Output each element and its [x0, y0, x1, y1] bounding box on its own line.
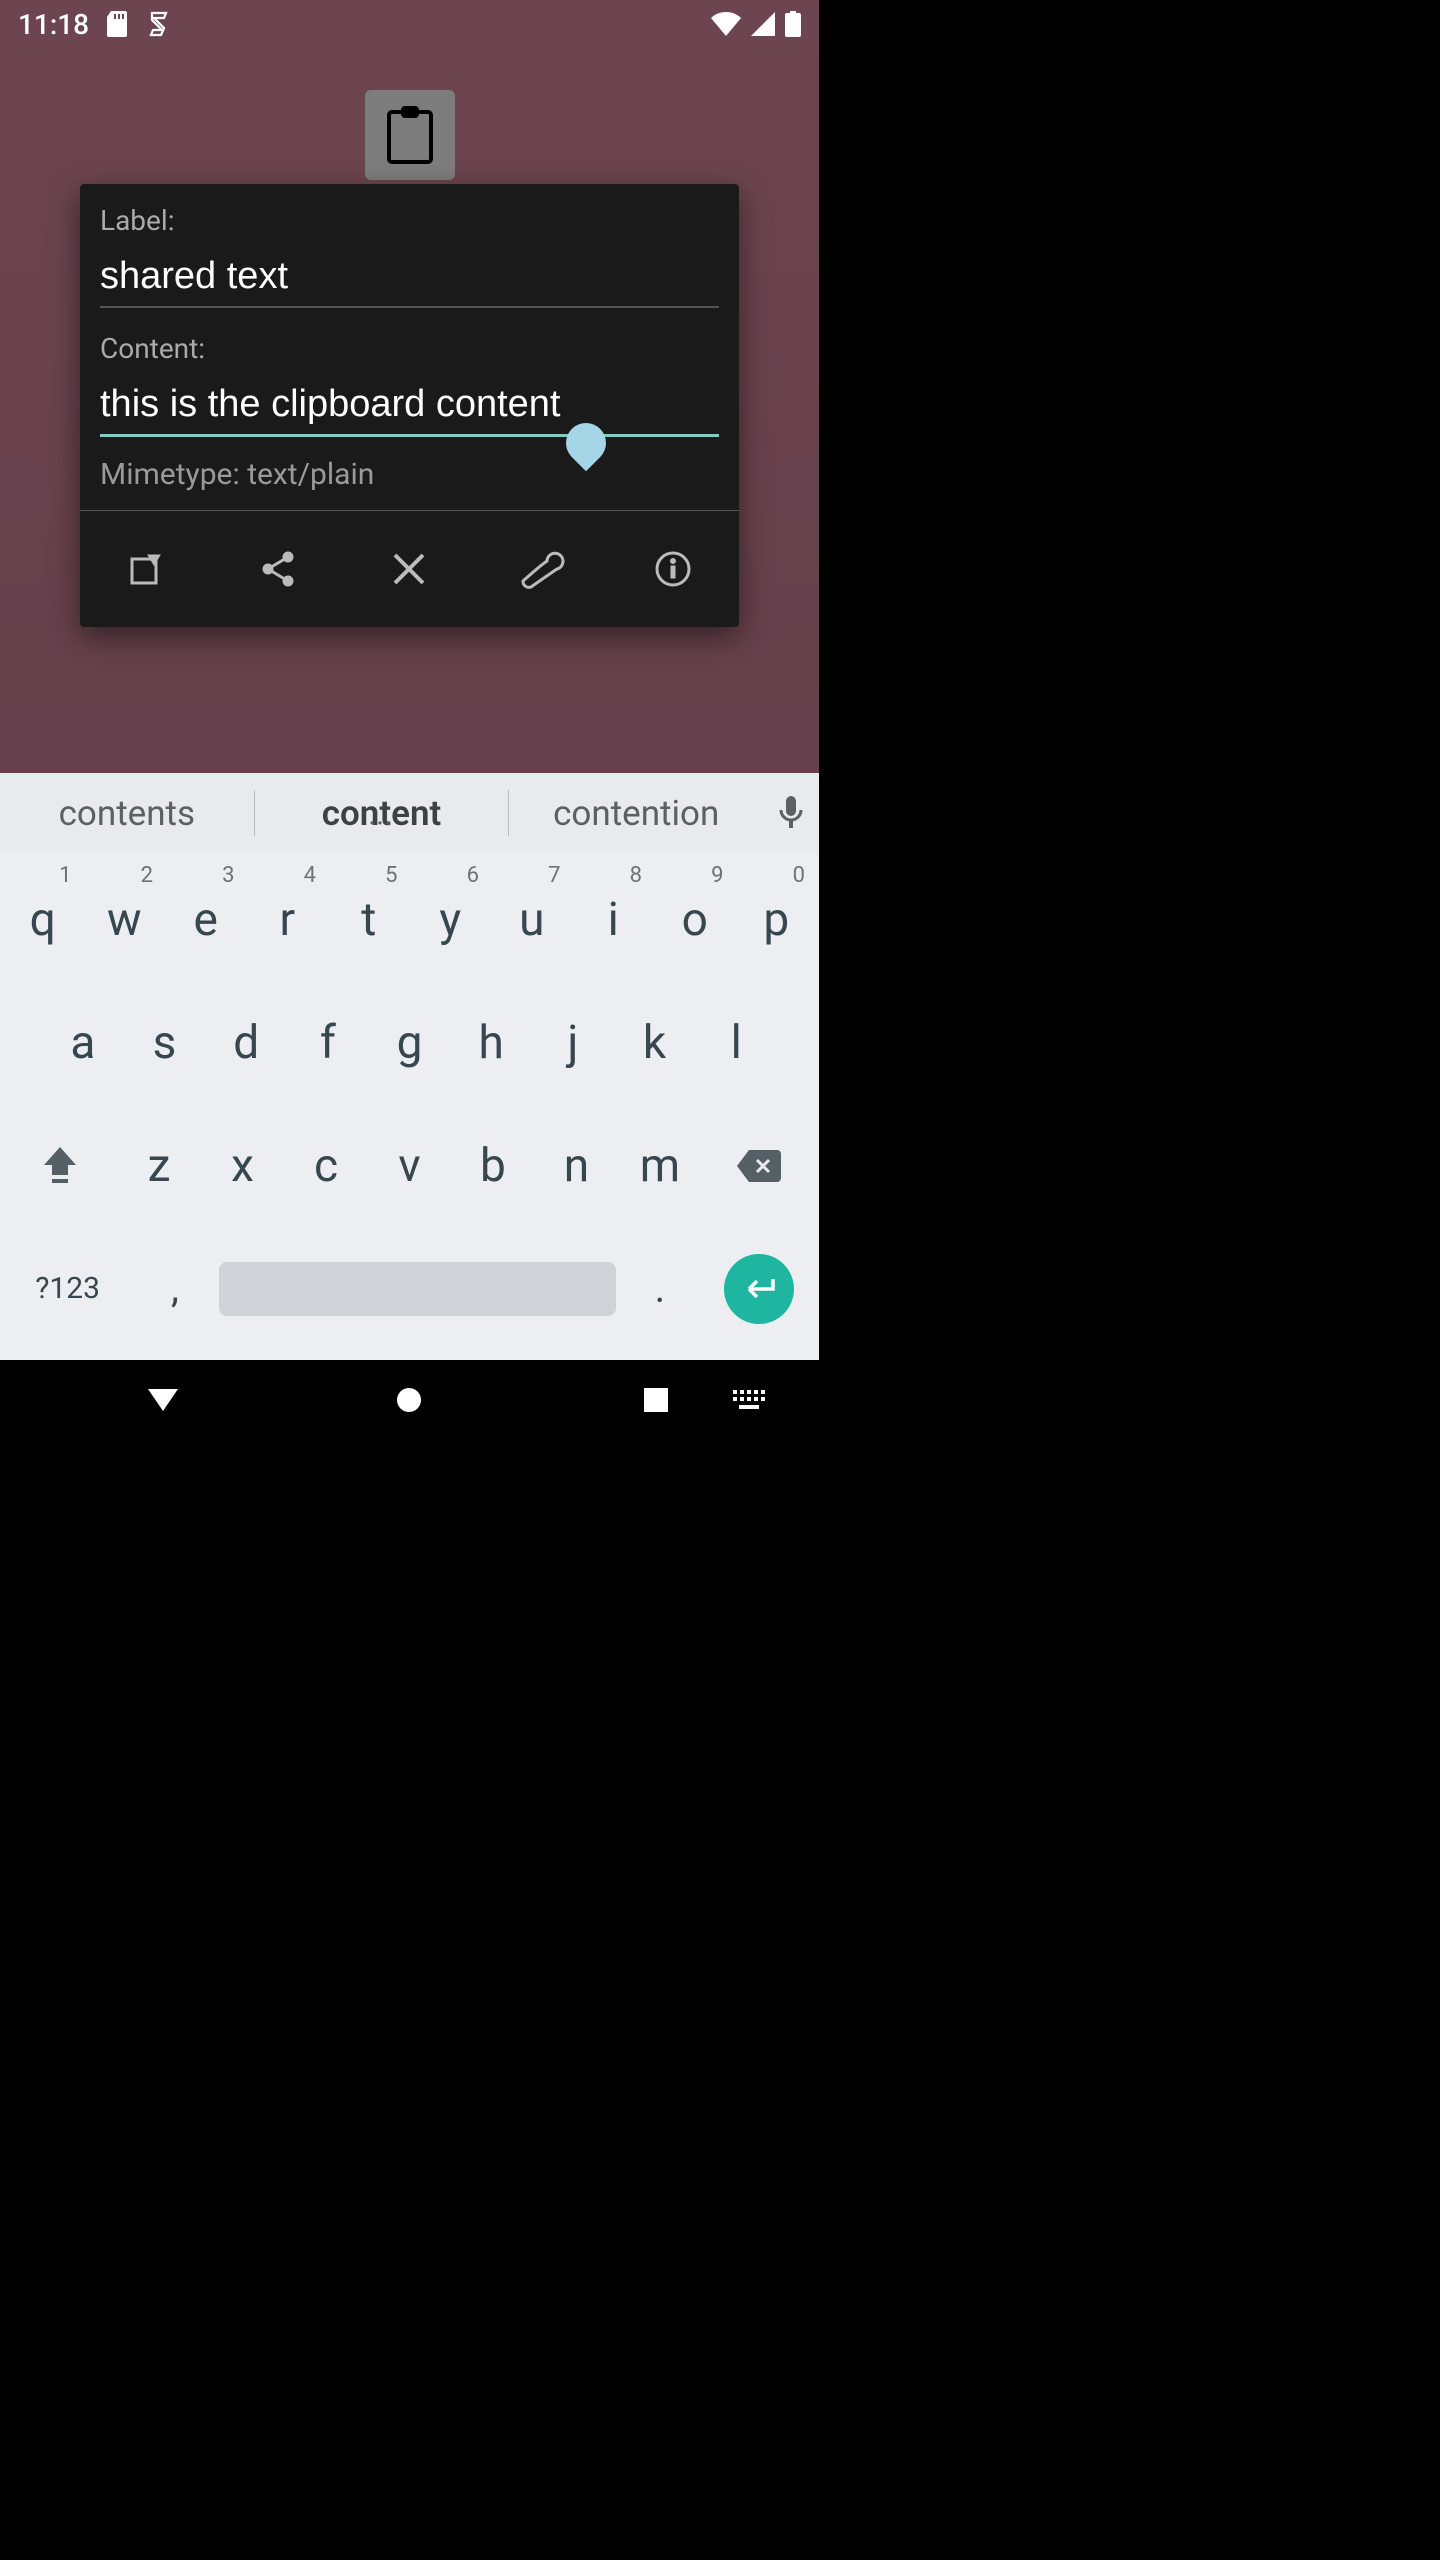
- wifi-icon: [711, 12, 741, 36]
- key-period[interactable]: .: [620, 1229, 700, 1348]
- content-caption: Content:: [100, 332, 719, 365]
- keyboard-switch-icon: [733, 1390, 765, 1410]
- battery-icon: [785, 11, 801, 37]
- share-button[interactable]: [212, 511, 344, 627]
- app-status-icon: [147, 11, 171, 37]
- key-q[interactable]: q1: [4, 861, 82, 980]
- key-f[interactable]: f: [289, 984, 367, 1103]
- keyboard-rows: q1 w2 e3 r4 t5 y6 u7 i8 o9 p0 a s d f g …: [0, 853, 819, 1360]
- key-y[interactable]: y6: [412, 861, 490, 980]
- key-s[interactable]: s: [126, 984, 204, 1103]
- chevron-down-icon: [148, 1389, 178, 1411]
- key-p[interactable]: p0: [738, 861, 816, 980]
- nav-keyboard-switch-button[interactable]: [709, 1390, 789, 1410]
- key-x[interactable]: x: [203, 1107, 282, 1226]
- content-input-wrap: [100, 379, 719, 437]
- circle-icon: [395, 1386, 423, 1414]
- sd-card-icon: [107, 11, 129, 37]
- key-r[interactable]: r4: [249, 861, 327, 980]
- key-t[interactable]: t5: [330, 861, 408, 980]
- mimetype-value: text/plain: [247, 457, 374, 492]
- keyboard-row-1: q1 w2 e3 r4 t5 y6 u7 i8 o9 p0: [2, 859, 817, 982]
- close-button[interactable]: [344, 511, 476, 627]
- key-i[interactable]: i8: [575, 861, 653, 980]
- key-c[interactable]: c: [286, 1107, 365, 1226]
- keyboard-row-3: z x c v b n m: [2, 1105, 817, 1228]
- status-bar: 11:18: [0, 0, 819, 48]
- suggestion-2[interactable]: content •••: [255, 793, 509, 834]
- wrench-icon: [517, 549, 565, 589]
- navigation-bar: [0, 1360, 819, 1440]
- suggestion-more-icon: •••: [370, 816, 394, 832]
- square-icon: [643, 1387, 669, 1413]
- nav-recents-button[interactable]: [616, 1387, 696, 1413]
- info-button[interactable]: [607, 511, 739, 627]
- nav-back-button[interactable]: [123, 1389, 203, 1411]
- key-e[interactable]: e3: [167, 861, 245, 980]
- key-l[interactable]: l: [697, 984, 775, 1103]
- key-n[interactable]: n: [537, 1107, 616, 1226]
- dialog-actions: [80, 511, 739, 627]
- suggestion-bar: contents content ••• contention: [0, 773, 819, 853]
- settings-button[interactable]: [475, 511, 607, 627]
- label-caption: Label:: [100, 204, 719, 237]
- key-w[interactable]: w2: [86, 861, 164, 980]
- clipboard-icon: [385, 106, 435, 164]
- keyboard-row-2: a s d f g h j k l: [2, 982, 817, 1105]
- content-input[interactable]: [100, 379, 719, 437]
- clipboard-app-icon[interactable]: [365, 90, 455, 180]
- cell-signal-icon: [751, 12, 775, 36]
- share-icon: [258, 549, 298, 589]
- soft-keyboard: contents content ••• contention q1 w2 e3: [0, 773, 819, 1360]
- key-shift[interactable]: [4, 1107, 115, 1226]
- mimetype-line: Mimetype: text/plain: [80, 457, 739, 511]
- suggestion-1[interactable]: contents: [0, 793, 254, 834]
- spacebar: [219, 1262, 617, 1316]
- key-backspace[interactable]: [704, 1107, 815, 1226]
- key-comma[interactable]: ,: [135, 1229, 215, 1348]
- key-enter[interactable]: [704, 1229, 815, 1348]
- export-icon: [126, 549, 166, 589]
- keyboard-row-4: ?123 , .: [2, 1227, 817, 1350]
- shift-icon: [42, 1147, 78, 1185]
- key-j[interactable]: j: [534, 984, 612, 1103]
- key-z[interactable]: z: [119, 1107, 198, 1226]
- key-d[interactable]: d: [207, 984, 285, 1103]
- key-b[interactable]: b: [453, 1107, 532, 1226]
- key-v[interactable]: v: [370, 1107, 449, 1226]
- label-input[interactable]: [100, 251, 719, 308]
- key-space[interactable]: [219, 1229, 617, 1348]
- microphone-icon: [779, 796, 803, 830]
- export-button[interactable]: [80, 511, 212, 627]
- key-g[interactable]: g: [371, 984, 449, 1103]
- status-left: 11:18: [18, 8, 171, 41]
- backspace-icon: [737, 1150, 781, 1182]
- voice-input-button[interactable]: [763, 796, 819, 830]
- device-screen: 11:18 Label:: [0, 0, 819, 1440]
- key-u[interactable]: u7: [493, 861, 571, 980]
- close-icon: [391, 551, 427, 587]
- mimetype-caption: Mimetype:: [100, 457, 240, 492]
- status-time: 11:18: [18, 8, 89, 41]
- key-k[interactable]: k: [616, 984, 694, 1103]
- status-right: [711, 11, 801, 37]
- key-a[interactable]: a: [44, 984, 122, 1103]
- info-icon: [654, 550, 692, 588]
- key-m[interactable]: m: [620, 1107, 699, 1226]
- key-symbols[interactable]: ?123: [4, 1229, 131, 1348]
- key-o[interactable]: o9: [656, 861, 734, 980]
- suggestion-3[interactable]: contention: [509, 793, 763, 834]
- enter-icon: [724, 1254, 794, 1324]
- nav-home-button[interactable]: [369, 1386, 449, 1414]
- key-h[interactable]: h: [452, 984, 530, 1103]
- clipboard-dialog: Label: Content: Mimetype: text/plain: [80, 184, 739, 627]
